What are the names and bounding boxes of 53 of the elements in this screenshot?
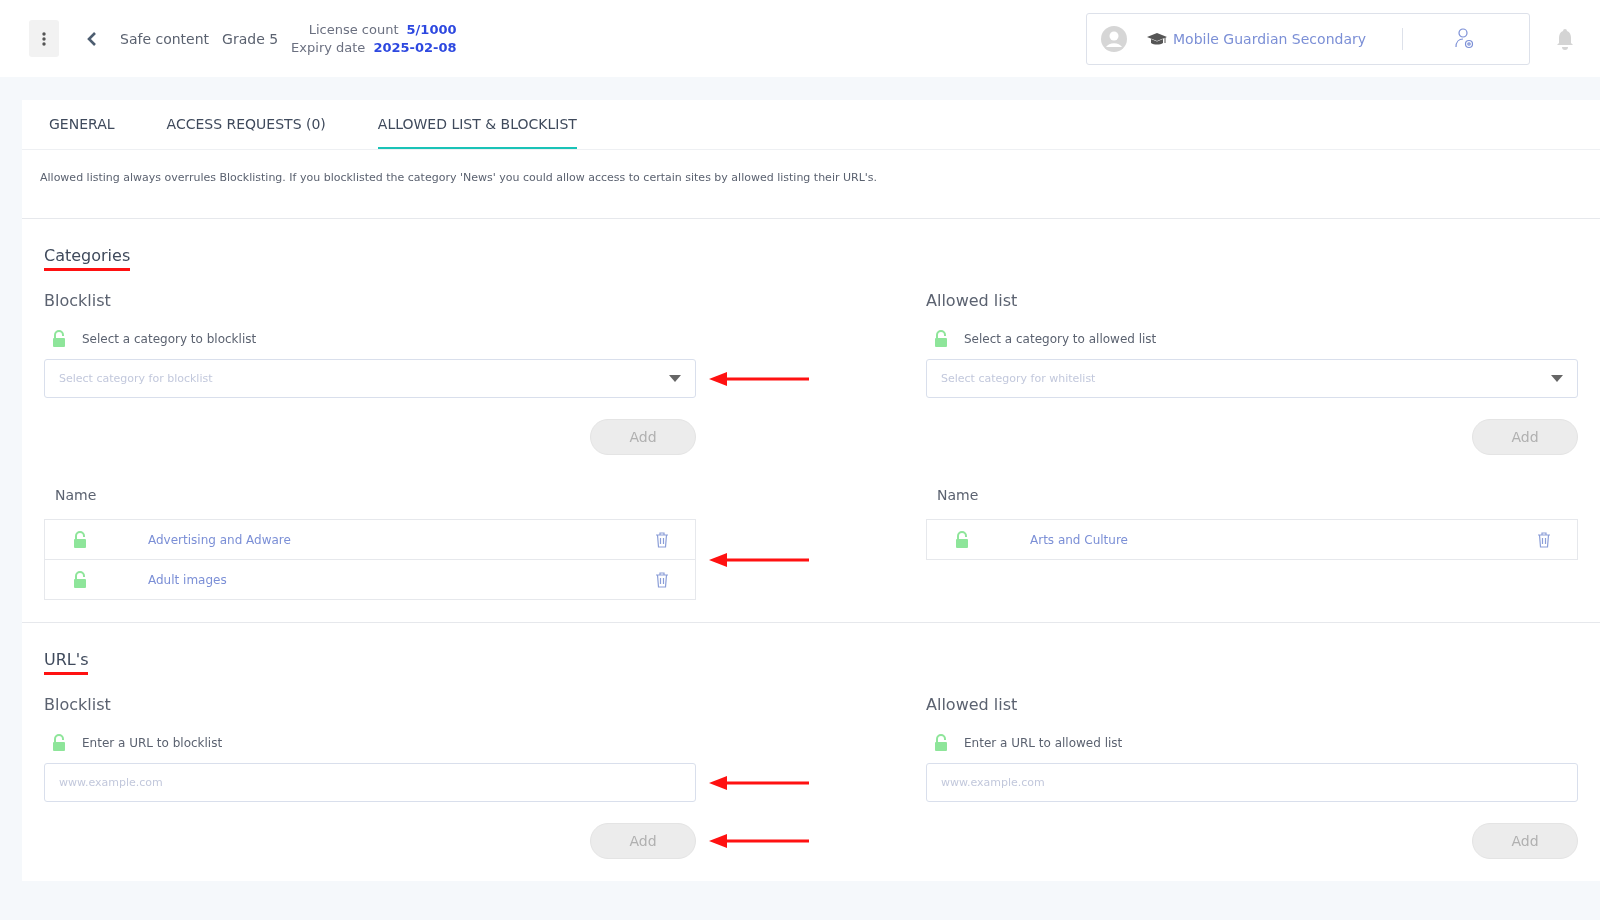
- menu-button[interactable]: [29, 20, 59, 57]
- unlocked-padlock-icon: [934, 734, 948, 751]
- category-dropdown[interactable]: Select category for blocklist: [44, 359, 696, 398]
- unlocked-padlock-icon: [73, 571, 87, 588]
- section-title: Categories: [44, 246, 131, 271]
- breadcrumb-text: Safe content: [120, 30, 210, 47]
- field-label: Enter a URL to allowed list: [964, 735, 1123, 750]
- dropdown-caret-icon: [669, 375, 681, 382]
- dropdown-caret-icon: [1551, 375, 1563, 382]
- field-label: Select a category to allowed list: [964, 331, 1157, 346]
- user-settings-icon[interactable]: [1455, 27, 1475, 50]
- meta-label: Expiry date: [291, 40, 366, 55]
- meta-label: License count: [308, 22, 399, 37]
- column-header: Name: [55, 487, 98, 503]
- list-heading: Blocklist: [44, 695, 112, 714]
- trash-icon[interactable]: [655, 571, 669, 588]
- graduation-cap-icon: [1147, 31, 1167, 46]
- account-name[interactable]: Mobile Guardian Secondary: [1173, 30, 1366, 47]
- field-label: Select a category to blocklist: [82, 331, 257, 346]
- field-label: Enter a URL to blocklist: [82, 735, 223, 750]
- trash-icon[interactable]: [1537, 531, 1551, 548]
- add-button[interactable]: Add: [1472, 823, 1578, 859]
- tab[interactable]: ACCESS REQUESTS (0): [166, 100, 326, 149]
- list-heading: Allowed list: [926, 695, 1019, 714]
- list-heading: Allowed list: [926, 291, 1019, 310]
- unlocked-padlock-icon: [934, 330, 948, 347]
- category-dropdown[interactable]: Select category for whitelist: [926, 359, 1578, 398]
- trash-icon[interactable]: [655, 531, 669, 548]
- section-title: URL's: [44, 650, 89, 675]
- category-name: Arts and Culture: [1030, 532, 1129, 547]
- unlocked-padlock-icon: [955, 531, 969, 548]
- add-button[interactable]: Add: [590, 823, 696, 859]
- avatar-icon: [1101, 25, 1127, 52]
- url-input-field[interactable]: www.example.com: [926, 763, 1578, 802]
- meta-value: 5/1000: [406, 22, 457, 37]
- column-header: Name: [937, 487, 980, 503]
- back-icon[interactable]: [87, 30, 97, 47]
- add-button[interactable]: Add: [590, 419, 696, 455]
- url-input-field[interactable]: www.example.com: [44, 763, 696, 802]
- unlocked-padlock-icon: [52, 330, 66, 347]
- unlocked-padlock-icon: [52, 734, 66, 751]
- more-options-icon: [42, 31, 46, 46]
- list-heading: Blocklist: [44, 291, 112, 310]
- tab[interactable]: GENERAL: [49, 100, 115, 149]
- meta-value: 2025-02-08: [373, 40, 457, 55]
- add-button[interactable]: Add: [1472, 419, 1578, 455]
- description-text: Allowed listing always overrules Blocklisting. If you blocklisted the category 'News' you could allow access to certain sites by allowed listing their URL's.: [22, 150, 1600, 219]
- tab[interactable]: ALLOWED LIST & BLOCKLIST: [377, 100, 577, 149]
- breadcrumb-text: Grade 5: [222, 30, 279, 47]
- category-name: Adult images: [148, 572, 228, 587]
- category-name: Advertising and Adware: [148, 532, 292, 547]
- bell-icon[interactable]: [1556, 27, 1574, 50]
- unlocked-padlock-icon: [73, 531, 87, 548]
